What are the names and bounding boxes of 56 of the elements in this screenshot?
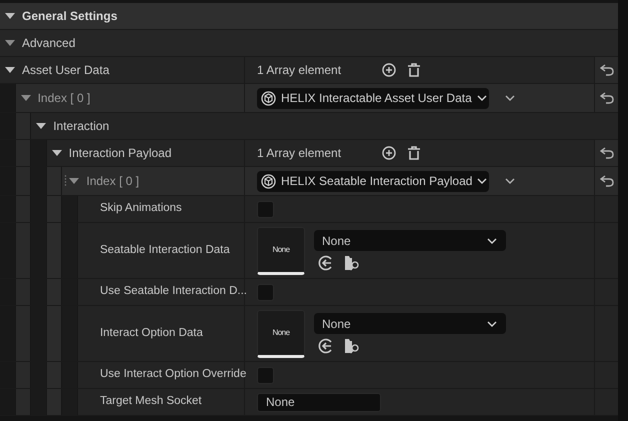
reset-icon[interactable] — [600, 64, 614, 76]
chevron-down-icon — [487, 238, 497, 244]
property-label: Index [ 0 ] — [86, 173, 140, 190]
arrow-left-circle-icon[interactable] — [318, 255, 334, 271]
category-label: Advanced — [22, 35, 76, 52]
cube-icon — [261, 90, 276, 106]
collapse-arrow-icon[interactable] — [50, 148, 63, 158]
category-header[interactable]: General Settings — [0, 3, 618, 30]
array-count: 1 Array element — [257, 145, 342, 162]
trash-icon[interactable] — [407, 63, 421, 77]
property-label: Interaction — [53, 118, 110, 135]
checkbox[interactable] — [257, 284, 274, 300]
property-label: Use Interact Option Override — [100, 367, 246, 382]
chevron-down-icon — [487, 320, 497, 326]
class-dropdown[interactable]: HELIX Seatable Interaction Payload — [257, 170, 489, 192]
trash-icon[interactable] — [407, 146, 421, 160]
drag-handle-icon[interactable] — [64, 175, 68, 187]
asset-dropdown[interactable]: None — [314, 313, 506, 334]
scrollbar-track[interactable] — [618, 0, 628, 421]
reset-icon[interactable] — [600, 92, 614, 104]
collapse-arrow-icon[interactable] — [4, 38, 16, 48]
property-label: Interaction Payload — [68, 145, 172, 162]
chevron-down-icon[interactable] — [505, 95, 515, 101]
reset-icon[interactable] — [600, 175, 614, 187]
checkbox[interactable] — [257, 200, 274, 218]
asset-thumbnail: None — [257, 226, 305, 274]
chevron-down-icon — [476, 95, 487, 101]
property-label: Target Mesh Socket — [100, 394, 202, 410]
checkbox[interactable] — [257, 366, 274, 384]
add-icon[interactable] — [382, 63, 396, 77]
chevron-down-icon — [477, 178, 488, 184]
property-label: Use Seatable Interaction D... — [100, 284, 247, 300]
collapse-arrow-icon[interactable] — [4, 11, 16, 21]
collapse-arrow-icon[interactable] — [68, 176, 80, 186]
add-icon[interactable] — [382, 146, 396, 160]
class-dropdown[interactable]: HELIX Interactable Asset User Data — [257, 88, 489, 108]
collapse-arrow-icon[interactable] — [20, 93, 32, 103]
category-header[interactable]: Advanced — [0, 30, 618, 57]
collapse-arrow-icon[interactable] — [35, 121, 48, 131]
property-label: Interact Option Data — [100, 326, 203, 341]
folder-search-icon[interactable] — [344, 338, 360, 354]
reset-icon[interactable] — [600, 147, 614, 159]
folder-search-icon[interactable] — [344, 255, 360, 271]
arrow-left-circle-icon[interactable] — [318, 338, 334, 354]
property-label: Index [ 0 ] — [38, 90, 90, 107]
cube-icon — [261, 174, 276, 188]
chevron-down-icon[interactable] — [505, 178, 515, 184]
text-field[interactable]: None — [257, 392, 381, 412]
property-label: Asset User Data — [22, 62, 110, 79]
property-label: Seatable Interaction Data — [100, 242, 230, 258]
category-label: General Settings — [22, 8, 118, 25]
collapse-arrow-icon[interactable] — [4, 65, 16, 75]
property-label: Skip Animations — [100, 201, 182, 216]
asset-thumbnail: None — [257, 310, 305, 358]
array-count: 1 Array element — [257, 62, 342, 79]
asset-dropdown[interactable]: None — [314, 230, 506, 251]
